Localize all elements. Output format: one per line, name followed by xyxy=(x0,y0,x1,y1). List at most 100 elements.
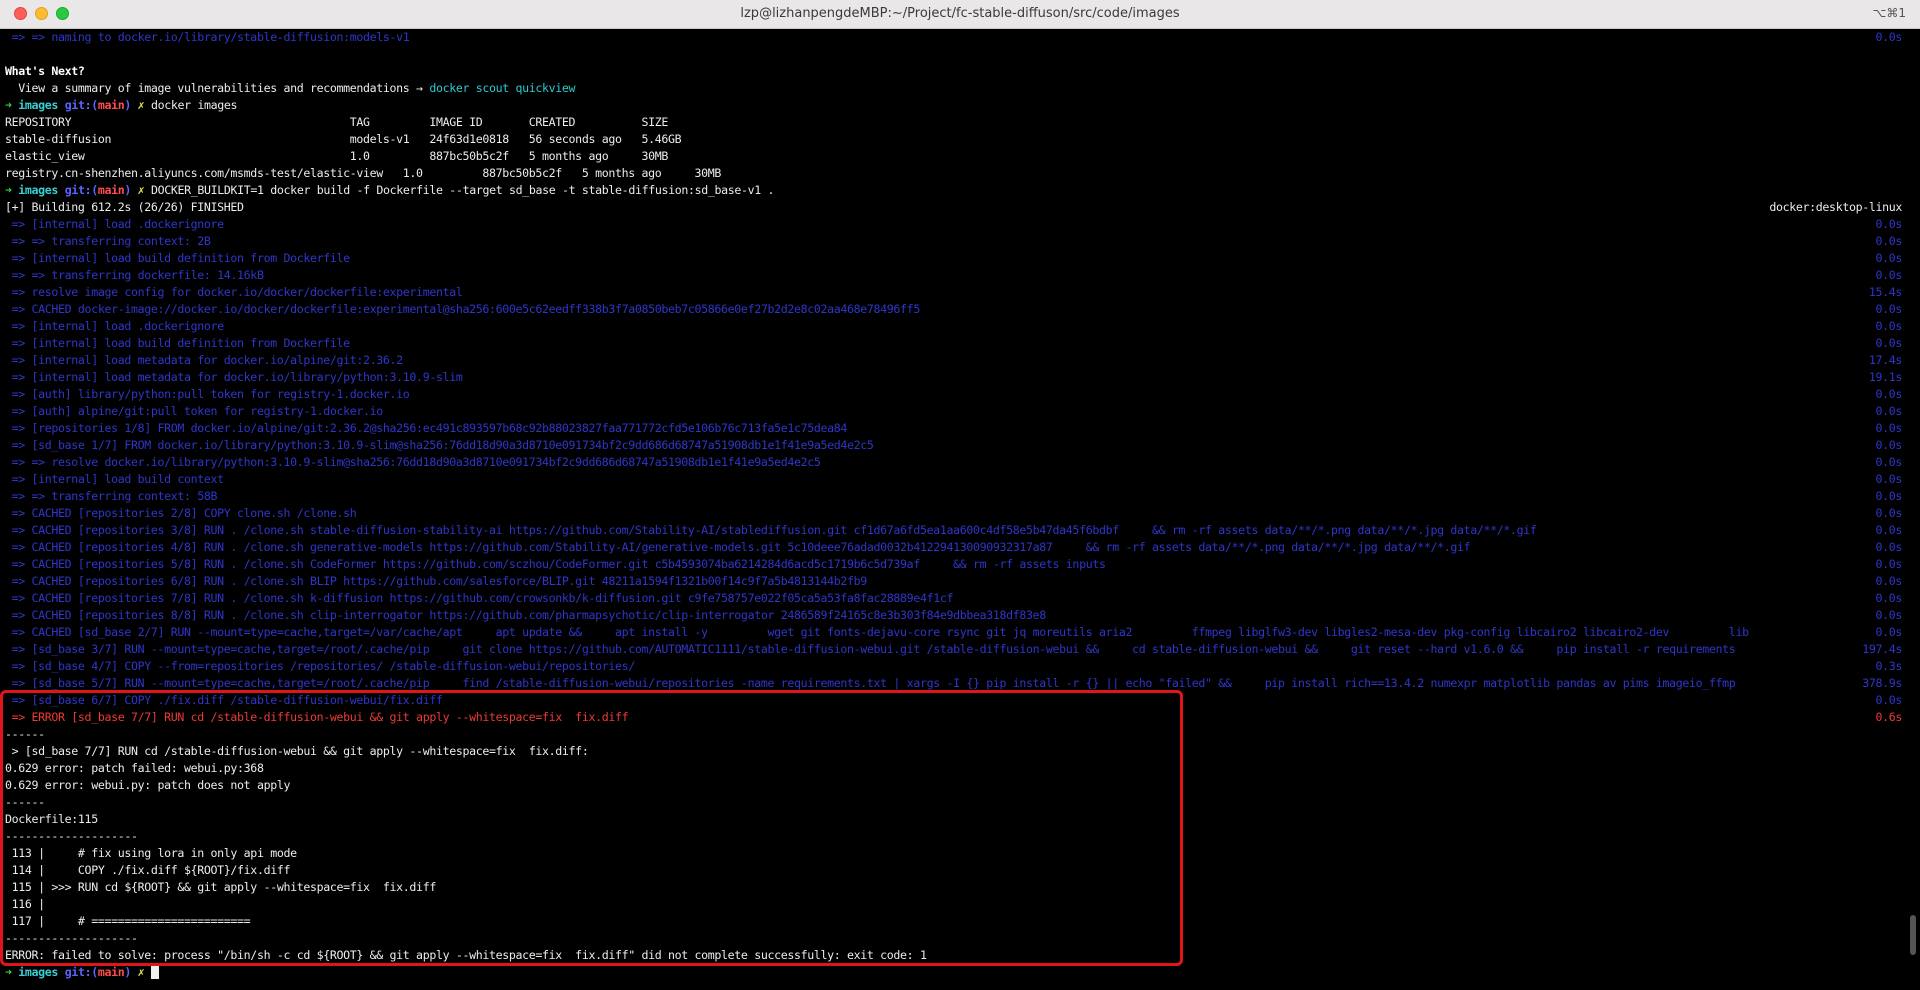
build-step-line: => CACHED [repositories 5/8] RUN . /clon… xyxy=(5,556,1903,573)
step-time: 0.0s xyxy=(1875,234,1902,248)
command-text: DOCKER_BUILDKIT=1 docker build -f Docker… xyxy=(150,183,775,197)
prompt-directory: images xyxy=(18,98,59,112)
build-step-line: => CACHED [repositories 7/8] RUN . /clon… xyxy=(5,590,1903,607)
build-step-line: => [internal] load build context 0.0s xyxy=(5,471,1903,488)
step-time: 0.0s xyxy=(1875,591,1902,605)
step-text: => [internal] load build context xyxy=(5,472,225,486)
step-time: 0.0s xyxy=(1875,557,1902,571)
prompt-git-close: ) xyxy=(124,98,132,112)
step-text: => CACHED [repositories 8/8] RUN . /clon… xyxy=(5,608,1047,622)
prompt-branch: main xyxy=(97,965,125,979)
step-text: => [sd_base 1/7] FROM docker.io/library/… xyxy=(5,438,874,452)
step-text: => => transferring dockerfile: 14.16kB xyxy=(5,268,264,282)
build-step-line: => CACHED docker-image://docker.io/docke… xyxy=(5,301,1903,318)
step-time: 17.4s xyxy=(1868,353,1903,367)
build-step-line: => [internal] load build definition from… xyxy=(5,250,1903,267)
build-step-line: => CACHED [repositories 2/8] COPY clone.… xyxy=(5,505,1903,522)
title-bar[interactable]: lzp@lizhanpengdeMBP:~/Project/fc-stable-… xyxy=(0,0,1920,29)
scout-summary-line: View a summary of image vulnerabilities … xyxy=(5,80,1902,97)
step-text: => => naming to docker.io/library/stable… xyxy=(5,30,410,44)
whats-next-text: What's Next? xyxy=(5,64,85,78)
step-text: => [auth] library/python:pull token for … xyxy=(5,387,410,401)
step-text: => CACHED [repositories 3/8] RUN . /clon… xyxy=(5,523,1537,537)
step-text: => CACHED [repositories 6/8] RUN . /clon… xyxy=(5,574,868,588)
step-text: => [internal] load build definition from… xyxy=(5,251,350,265)
prompt-dirty-marker: ✗ xyxy=(137,965,145,979)
step-text: => [repositories 1/8] FROM docker.io/alp… xyxy=(5,421,848,435)
scrollbar[interactable] xyxy=(1910,915,1916,955)
step-time: 0.0s xyxy=(1875,421,1902,435)
row-text: stable-diffusion models-v1 24f63d1e0818 … xyxy=(5,132,682,146)
prompt-git: git:( xyxy=(64,965,99,979)
build-step-line: => CACHED [repositories 6/8] RUN . /clon… xyxy=(5,573,1903,590)
step-time: 0.0s xyxy=(1875,302,1902,316)
prompt-line: ➜ images git:(main) ✗ docker images xyxy=(5,97,1902,114)
build-step-line: => [internal] load .dockerignore 0.0s xyxy=(5,318,1903,335)
build-step-line: => CACHED [repositories 4/8] RUN . /clon… xyxy=(5,539,1903,556)
build-step-line: => [auth] library/python:pull token for … xyxy=(5,386,1903,403)
step-time: 0.0s xyxy=(1875,404,1902,418)
build-step-line: => [sd_base 3/7] RUN --mount=type=cache,… xyxy=(5,641,1903,658)
step-time: 0.0s xyxy=(1875,268,1902,282)
build-step-line: => => transferring context: 2B 0.0s xyxy=(5,233,1903,250)
build-step-line: => [sd_base 1/7] FROM docker.io/library/… xyxy=(5,437,1903,454)
step-text: => [internal] load .dockerignore xyxy=(5,217,225,231)
step-text: => resolve image config for docker.io/do… xyxy=(5,285,463,299)
step-time: 0.0s xyxy=(1875,387,1902,401)
summary-text: View a summary of image vulnerabilities … xyxy=(5,81,430,95)
build-step-line: => [internal] load metadata for docker.i… xyxy=(5,352,1903,369)
building-status-line: [+] Building 612.2s (26/26) FINISHED dock… xyxy=(5,199,1902,216)
step-text: => [internal] load metadata for docker.i… xyxy=(5,370,463,384)
prompt-arrow: ➜ xyxy=(5,98,12,112)
step-text: => [auth] alpine/git:pull token for regi… xyxy=(5,404,384,418)
step-text: => [internal] load metadata for docker.i… xyxy=(5,353,404,367)
build-step-line: => CACHED [sd_base 2/7] RUN --mount=type… xyxy=(5,624,1903,641)
prompt-dirty-marker: ✗ xyxy=(137,98,145,112)
prompt-line: ➜ images git:(main) ✗ xyxy=(5,964,1902,981)
step-time: 0.0s xyxy=(1875,506,1902,520)
step-time: 0.0s xyxy=(1875,574,1902,588)
step-time: 0.0s xyxy=(1875,540,1902,554)
step-time: 0.0s xyxy=(1875,608,1902,622)
prompt-branch: main xyxy=(97,98,125,112)
step-text: => CACHED [repositories 4/8] RUN . /clon… xyxy=(5,540,1471,554)
step-text: => [sd_base 4/7] COPY --from=repositorie… xyxy=(5,659,636,673)
prompt-arrow: ➜ xyxy=(5,965,12,979)
prompt-git-close: ) xyxy=(124,965,132,979)
docker-context: docker:desktop-linux xyxy=(1769,200,1902,214)
scout-command: docker scout quickview xyxy=(429,81,576,95)
build-step-line: => => resolve docker.io/library/python:3… xyxy=(5,454,1903,471)
images-table-row: elastic_view 1.0 887bc50b5c2f 5 months a… xyxy=(5,148,1902,165)
step-text: => => resolve docker.io/library/python:3… xyxy=(5,455,821,469)
cursor xyxy=(150,965,159,979)
step-time: 197.4s xyxy=(1862,642,1902,656)
terminal-window: lzp@lizhanpengdeMBP:~/Project/fc-stable-… xyxy=(0,0,1920,990)
step-time: 0.0s xyxy=(1875,489,1902,503)
step-text: => [sd_base 3/7] RUN --mount=type=cache,… xyxy=(5,642,1736,656)
step-time: 0.0s xyxy=(1875,523,1902,537)
step-text: => => transferring context: 58B xyxy=(5,489,218,503)
build-step-line: => [internal] load .dockerignore 0.0s xyxy=(5,216,1903,233)
prompt-dirty-marker: ✗ xyxy=(137,183,145,197)
step-text: => CACHED [sd_base 2/7] RUN --mount=type… xyxy=(5,625,1749,639)
build-step-line: => resolve image config for docker.io/do… xyxy=(5,284,1903,301)
images-table-row: registry.cn-shenzhen.aliyuncs.com/msmds-… xyxy=(5,165,1902,182)
build-step-line: => CACHED [repositories 3/8] RUN . /clon… xyxy=(5,522,1903,539)
prompt-directory: images xyxy=(18,183,59,197)
step-time: 0.0s xyxy=(1875,438,1902,452)
step-time: 19.1s xyxy=(1868,370,1903,384)
building-text: [+] Building 612.2s (26/26) FINISHED xyxy=(5,200,244,214)
prompt-arrow: ➜ xyxy=(5,183,12,197)
step-time: 0.0s xyxy=(1875,217,1902,231)
command-text: docker images xyxy=(150,98,238,112)
build-step-line: => => transferring context: 58B 0.0s xyxy=(5,488,1903,505)
step-time: 0.0s xyxy=(1875,319,1902,333)
step-time: 0.0s xyxy=(1875,455,1902,469)
header-text: REPOSITORY TAG IMAGE ID CREATED SIZE xyxy=(5,115,669,129)
step-text: => CACHED [repositories 7/8] RUN . /clon… xyxy=(5,591,954,605)
build-step-line: => => transferring dockerfile: 14.16kB 0.… xyxy=(5,267,1903,284)
prompt-line: ➜ images git:(main) ✗ DOCKER_BUILDKIT=1 … xyxy=(5,182,1902,199)
step-text: => CACHED docker-image://docker.io/docke… xyxy=(5,302,921,316)
images-table-header: REPOSITORY TAG IMAGE ID CREATED SIZE xyxy=(5,114,1902,131)
